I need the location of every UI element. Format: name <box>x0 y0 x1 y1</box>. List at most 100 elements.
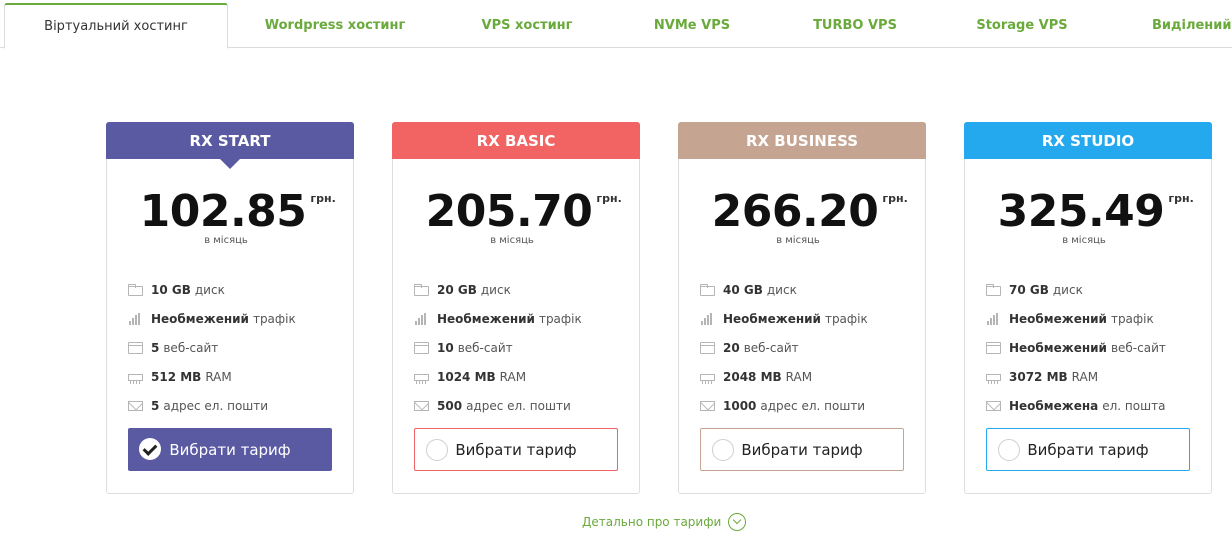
feature-item: 5 веб-сайт <box>128 333 343 362</box>
feature-item: 3072 MB RAM <box>986 362 1201 391</box>
website-icon <box>128 341 143 354</box>
website-icon <box>986 341 1001 354</box>
chevron-down-icon <box>728 513 747 531</box>
choose-plan-label: Вибрати тариф <box>455 440 577 459</box>
mail-icon <box>414 400 429 411</box>
tab-virtual-hosting[interactable]: Віртуальний хостинг <box>4 3 228 49</box>
feature-value: 3072 MB <box>1009 369 1068 384</box>
feature-value: Необмежений <box>437 311 535 326</box>
traffic-icon <box>700 312 715 325</box>
feature-item: Необмежений веб-сайт <box>986 333 1201 362</box>
feature-label: веб-сайт <box>1110 340 1166 355</box>
feature-label: веб-сайт <box>163 340 219 355</box>
folder-icon <box>128 283 143 296</box>
tab-dedicated-server[interactable]: Виділений се <box>1152 3 1232 48</box>
feature-value: 5 <box>151 398 160 413</box>
feature-label: адрес ел. пошти <box>163 398 269 413</box>
feature-item: 10 GB диск <box>128 275 343 304</box>
feature-value: 1000 <box>723 398 757 413</box>
feature-list: 20 GB диск Необмежений трафік 10 веб-сайт 1024… <box>414 275 629 420</box>
feature-item: 70 GB диск <box>986 275 1201 304</box>
feature-label: диск <box>1052 282 1083 297</box>
feature-label: RAM <box>785 369 813 384</box>
choose-plan-label: Вибрати тариф <box>169 440 291 459</box>
feature-value: Необмежений <box>1009 311 1107 326</box>
feature-value: 1024 MB <box>437 369 496 384</box>
tab-storage-vps[interactable]: Storage VPS <box>960 3 1084 48</box>
radio-circle-icon <box>426 439 448 461</box>
choose-plan-button[interactable]: Вибрати тариф <box>414 428 618 471</box>
feature-value: Необмежений <box>723 311 821 326</box>
plan-name: RX BASIC <box>476 131 556 150</box>
feature-value: 5 <box>151 340 160 355</box>
feature-value: 2048 MB <box>723 369 782 384</box>
price-block: 325.49 грн. в місяць <box>965 160 1211 250</box>
feature-item: Необмежений трафік <box>414 304 629 333</box>
ram-icon <box>986 374 1001 384</box>
tab-wordpress-hosting[interactable]: Wordpress хостинг <box>244 3 426 48</box>
feature-label: диск <box>766 282 797 297</box>
feature-label: трафік <box>1110 311 1154 326</box>
feature-item: 1024 MB RAM <box>414 362 629 391</box>
ram-icon <box>414 374 429 384</box>
mail-icon <box>128 400 143 411</box>
feature-item: 512 MB RAM <box>128 362 343 391</box>
feature-label: RAM <box>499 369 527 384</box>
feature-list: 10 GB диск Необмежений трафік 5 веб-сайт 512 M… <box>128 275 343 420</box>
ram-icon <box>700 374 715 384</box>
folder-icon <box>986 283 1001 296</box>
plan-name: RX BUSINESS <box>745 131 859 150</box>
price-period: в місяць <box>776 235 820 246</box>
traffic-icon <box>414 312 429 325</box>
tab-vps-hosting[interactable]: VPS хостинг <box>440 3 614 48</box>
price-period: в місяць <box>490 235 534 246</box>
choose-plan-button[interactable]: Вибрати тариф <box>128 428 332 471</box>
feature-item: 5 адрес ел. пошти <box>128 391 343 420</box>
website-icon <box>700 341 715 354</box>
price-currency: грн. <box>596 192 622 205</box>
feature-value: 20 GB <box>437 282 477 297</box>
price-period: в місяць <box>204 235 248 246</box>
price-currency: грн. <box>1168 192 1194 205</box>
price-period: в місяць <box>1062 235 1106 246</box>
price-currency: грн. <box>882 192 908 205</box>
feature-item: Необмежений трафік <box>986 304 1201 333</box>
feature-label: диск <box>480 282 511 297</box>
tab-turbo-vps[interactable]: TURBO VPS <box>790 3 920 48</box>
feature-value: Необмежена <box>1009 398 1099 413</box>
feature-list: 70 GB диск Необмежений трафік Необмежений веб… <box>986 275 1201 420</box>
tab-nvme-vps[interactable]: NVMe VPS <box>630 3 754 48</box>
feature-value: 20 <box>723 340 740 355</box>
plan-card-business: RX BUSINESS 266.20 грн. в місяць 40 GB диск Не… <box>678 122 926 494</box>
feature-label: веб-сайт <box>457 340 513 355</box>
feature-item: Необмежений трафік <box>128 304 343 333</box>
feature-value: 40 GB <box>723 282 763 297</box>
feature-label: трафік <box>538 311 582 326</box>
feature-item: 20 GB диск <box>414 275 629 304</box>
feature-label: адрес ел. пошти <box>760 398 866 413</box>
plan-name: RX STUDIO <box>1041 131 1135 150</box>
folder-icon <box>700 283 715 296</box>
details-label: Детально про тарифи <box>582 515 722 529</box>
feature-value: 10 <box>437 340 454 355</box>
plan-header: RX BUSINESS <box>678 122 926 159</box>
choose-plan-label: Вибрати тариф <box>741 440 863 459</box>
plan-card-start: RX START 102.85 грн. в місяць 10 GB диск Необм… <box>106 122 354 494</box>
website-icon <box>414 341 429 354</box>
feature-label: веб-сайт <box>743 340 799 355</box>
feature-item: Необмежена ел. пошта <box>986 391 1201 420</box>
feature-value: 10 GB <box>151 282 191 297</box>
price-block: 266.20 грн. в місяць <box>679 160 925 250</box>
radio-circle-icon <box>712 439 734 461</box>
radio-circle-icon <box>998 439 1020 461</box>
choose-plan-button[interactable]: Вибрати тариф <box>700 428 904 471</box>
feature-item: 500 адрес ел. пошти <box>414 391 629 420</box>
mail-icon <box>700 400 715 411</box>
plan-card-basic: RX BASIC 205.70 грн. в місяць 20 GB диск Необм… <box>392 122 640 494</box>
feature-label: трафік <box>252 311 296 326</box>
details-link[interactable]: Детально про тарифи <box>582 512 747 532</box>
feature-item: 10 веб-сайт <box>414 333 629 362</box>
feature-label: ел. пошта <box>1102 398 1166 413</box>
choose-plan-label: Вибрати тариф <box>1027 440 1149 459</box>
choose-plan-button[interactable]: Вибрати тариф <box>986 428 1190 471</box>
